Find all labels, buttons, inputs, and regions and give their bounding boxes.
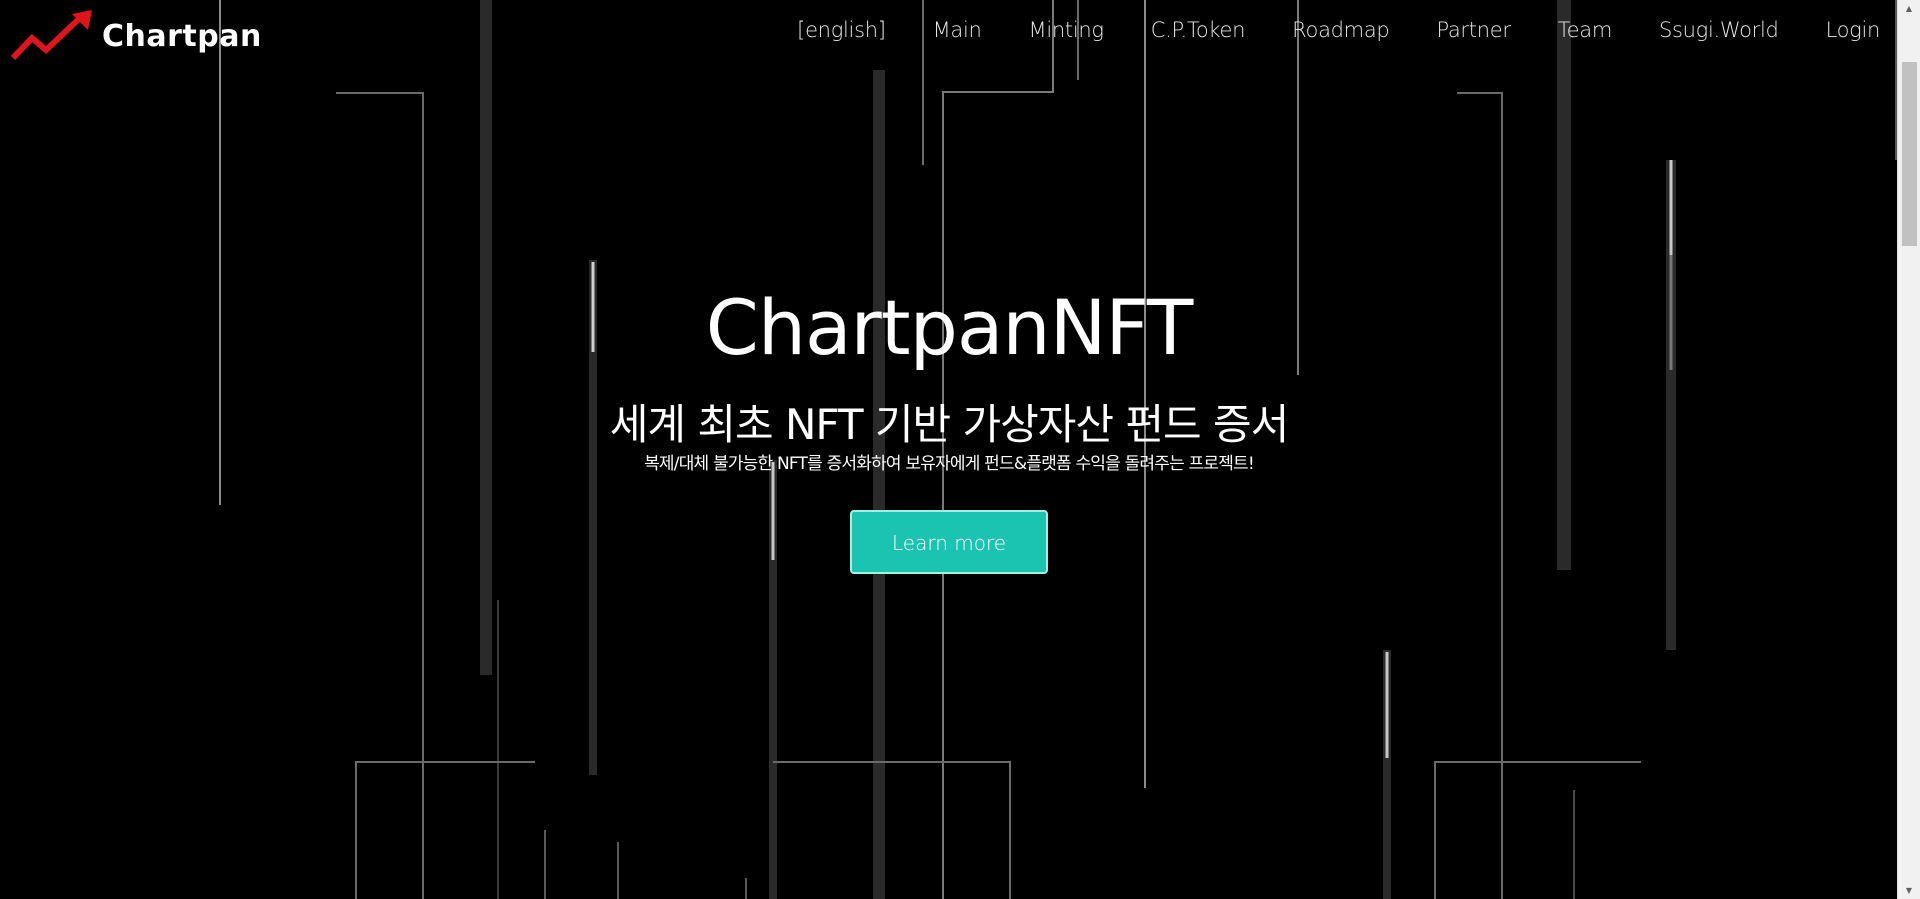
hero-description: 복제/대체 불가능한 NFT를 증서화하여 보유자에게 펀드&플랫폼 수익을 돌… [644,454,1255,474]
triangle-down-icon[interactable]: ▼ [1898,882,1920,899]
triangle-up-icon[interactable]: ▲ [1898,0,1920,17]
nav-login[interactable]: Login [1826,18,1881,42]
nav-minting[interactable]: Minting [1029,18,1104,42]
nav-team[interactable]: Team [1558,18,1613,42]
rising-chart-arrow-icon [10,10,92,61]
scroll-thumb[interactable] [1902,62,1917,246]
hero-subtitle: 세계 최초 NFT 기반 가상자산 펀드 증서 [609,400,1290,449]
brand-name: Chartpan [102,18,262,54]
nav-cp-token[interactable]: C.P.Token [1151,18,1246,42]
nav-main[interactable]: Main [933,18,982,42]
hero-section: ChartpanNFT 세계 최초 NFT 기반 가상자산 펀드 증서 복제/대… [0,283,1898,575]
logo[interactable]: Chartpan [10,10,262,62]
learn-more-button[interactable]: Learn more [850,510,1048,575]
site-header: Chartpan [english] Main Minting C.P.Toke… [0,0,1898,70]
nav-ssugi-world[interactable]: Ssugi.World [1659,18,1779,42]
nav-partner[interactable]: Partner [1436,18,1511,42]
vertical-scrollbar[interactable]: ▲ ▼ [1897,0,1920,899]
nav-language[interactable]: [english] [797,18,886,42]
hero-title: ChartpanNFT [705,283,1194,372]
page: Chartpan [english] Main Minting C.P.Toke… [0,0,1920,899]
nav-roadmap[interactable]: Roadmap [1292,18,1390,42]
main-nav: [english] Main Minting C.P.Token Roadmap… [750,18,1880,42]
